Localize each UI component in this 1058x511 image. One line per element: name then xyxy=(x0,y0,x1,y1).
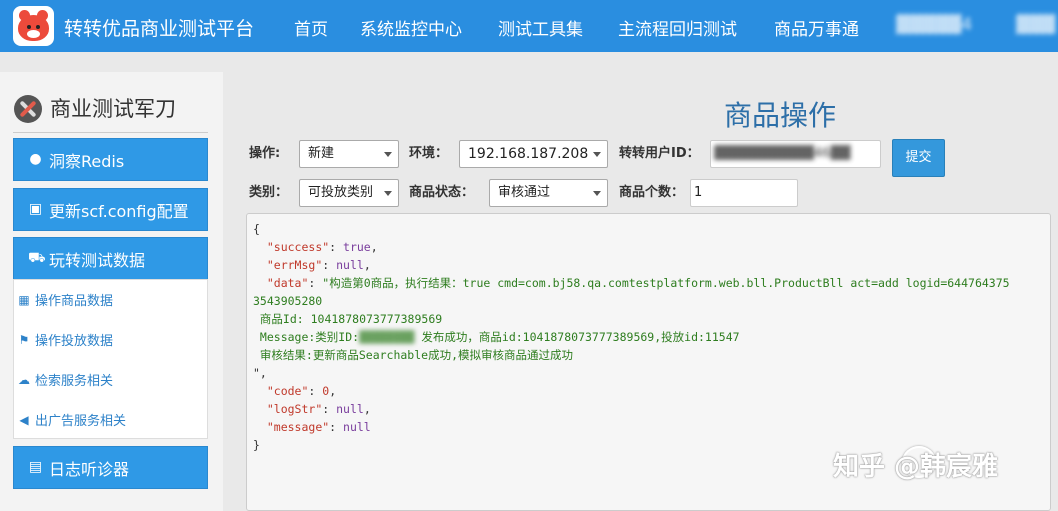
nav-test-tools[interactable]: 测试工具集 xyxy=(498,15,583,40)
brand-logo-icon[interactable] xyxy=(13,6,54,46)
briefcase-icon: ▤ xyxy=(28,459,43,475)
json-data-line: "data": "构造第0商品，执行结果：true cmd=com.bj58.q… xyxy=(266,276,1010,290)
status-select-value: 审核通过 xyxy=(498,185,551,200)
json-value: "构造第0商品，执行结果：true cmd=com.bj58.qa.comtes… xyxy=(322,276,1010,290)
submit-button[interactable]: 提交 xyxy=(892,139,945,177)
json-data-message-blurred: ▓▓▓▓▓▓▓▓ xyxy=(359,330,415,344)
status-label: 商品状态： xyxy=(409,185,475,200)
sidebar-divider xyxy=(13,132,208,133)
user-id-value: ▓▓▓▓▓▓▓▓▓▓46▓▓ xyxy=(714,146,851,161)
json-message-line: "message": null xyxy=(266,420,371,434)
sidebar-subitem-search[interactable]: ☁ 检索服务相关 xyxy=(18,370,114,390)
brand-title[interactable]: 转转优品商业测试平台 xyxy=(64,14,254,41)
json-key: "data" xyxy=(266,276,309,290)
chevron-down-icon xyxy=(593,152,601,157)
nav-regression[interactable]: 主流程回归测试 xyxy=(618,15,737,40)
megaphone-icon: ◀ xyxy=(19,412,29,427)
json-key: "success" xyxy=(266,240,330,254)
json-data-productid: 商品Id: 1041878073777389569 xyxy=(253,312,443,326)
category-select-value: 可投放类别 xyxy=(308,185,374,200)
json-errmsg-line: "errMsg": null, xyxy=(266,258,371,272)
json-key: "message" xyxy=(266,420,330,434)
json-key: "errMsg" xyxy=(266,258,323,272)
sidebar-item-label: 更新scf.config配置 xyxy=(49,201,189,221)
sidebar-subitem-delivery[interactable]: ⚑ 操作投放数据 xyxy=(18,330,114,350)
operation-label: 操作: xyxy=(249,146,281,161)
json-success-line: "success": true, xyxy=(266,240,378,254)
json-data-message-suffix: 发布成功，商品id:1041878073777389569,投放id:11547 xyxy=(414,330,740,344)
environment-select-value: 192.168.187.208 xyxy=(468,146,589,162)
user-id-label: 转转用户ID： xyxy=(619,146,700,161)
json-value: null xyxy=(336,258,364,272)
sidebar-subitem-label: 操作商品数据 xyxy=(35,294,114,309)
json-key: "logStr" xyxy=(266,402,323,416)
status-select[interactable]: 审核通过 xyxy=(489,179,608,207)
count-value: 1 xyxy=(694,185,703,200)
count-label: 商品个数： xyxy=(619,185,685,200)
sidebar-subitem-ads[interactable]: ◀ 出广告服务相关 xyxy=(18,410,127,430)
environment-label: 环境： xyxy=(409,146,449,161)
nav-blurred-1[interactable]: ▓▓▓▓▓4 xyxy=(896,15,972,35)
globe-icon: ● xyxy=(29,151,42,167)
json-key: "code" xyxy=(266,384,309,398)
sidebar-item-scf-config[interactable]: ▣ 更新scf.config配置 xyxy=(13,188,208,231)
nav-home[interactable]: 首页 xyxy=(294,15,328,40)
json-logstr-line: "logStr": null, xyxy=(266,402,371,416)
cart-icon: ⛟ xyxy=(28,250,46,266)
json-data-message: Message:类别ID:▓▓▓▓▓▓▓▓ 发布成功，商品id:10418780… xyxy=(253,328,740,346)
operation-select[interactable]: 新建 xyxy=(299,140,399,168)
nav-product-info[interactable]: 商品万事通 xyxy=(774,15,859,40)
nav-blurred-2[interactable]: ▓▓▓ xyxy=(1016,15,1055,35)
json-data-end: ", xyxy=(253,366,267,380)
sidebar-subitem-label: 检索服务相关 xyxy=(35,374,114,389)
environment-select[interactable]: 192.168.187.208 xyxy=(459,140,608,168)
sidebar-item-test-data[interactable]: ⛟ 玩转测试数据 xyxy=(13,237,208,280)
page-title: 商品操作 xyxy=(724,99,837,132)
json-data-audit: 审核结果:更新商品Searchable成功,模拟审核商品通过成功 xyxy=(253,348,574,362)
json-value: 0 xyxy=(322,384,330,398)
sidebar-item-log-stethoscope[interactable]: ▤ 日志听诊器 xyxy=(13,446,208,489)
sidebar-item-redis[interactable]: ● 洞察Redis xyxy=(13,138,208,181)
json-data-message-prefix: Message:类别ID: xyxy=(253,330,360,344)
gift-icon: ▦ xyxy=(18,292,30,307)
category-select[interactable]: 可投放类别 xyxy=(299,179,399,207)
multitool-icon xyxy=(14,95,42,123)
flag-icon: ⚑ xyxy=(18,332,30,347)
chevron-down-icon xyxy=(384,191,392,196)
cloud-icon: ☁ xyxy=(18,372,30,387)
config-icon: ▣ xyxy=(28,201,43,217)
sidebar-subitem-label: 出广告服务相关 xyxy=(35,414,127,429)
json-close-brace: } xyxy=(253,438,260,452)
json-data-cont: 3543905280 xyxy=(253,294,323,308)
json-value: true xyxy=(343,240,371,254)
user-id-input[interactable]: ▓▓▓▓▓▓▓▓▓▓46▓▓ xyxy=(710,140,881,168)
sidebar-item-label: 玩转测试数据 xyxy=(49,250,146,270)
operation-select-value: 新建 xyxy=(308,146,335,161)
sidebar-item-label: 洞察Redis xyxy=(49,151,125,171)
nav-monitor-center[interactable]: 系统监控中心 xyxy=(360,15,462,40)
count-input[interactable]: 1 xyxy=(690,179,798,207)
json-value: null xyxy=(336,402,364,416)
chevron-down-icon xyxy=(593,191,601,196)
sidebar-subitem-product[interactable]: ▦ 操作商品数据 xyxy=(18,290,114,310)
chevron-down-icon xyxy=(384,152,392,157)
json-open-brace: { xyxy=(253,222,260,236)
sidebar-item-label: 日志听诊器 xyxy=(49,459,130,479)
sidebar-subitem-label: 操作投放数据 xyxy=(35,334,114,349)
category-label: 类别： xyxy=(249,185,289,200)
sidebar-title: 商业测试军刀 xyxy=(50,97,176,121)
watermark: 知乎 @韩宸雅 xyxy=(833,452,999,482)
top-navbar: 转转优品商业测试平台 首页 系统监控中心 测试工具集 主流程回归测试 商品万事通… xyxy=(0,0,1058,52)
json-value: null xyxy=(343,420,371,434)
json-code-line: "code": 0, xyxy=(266,384,337,398)
